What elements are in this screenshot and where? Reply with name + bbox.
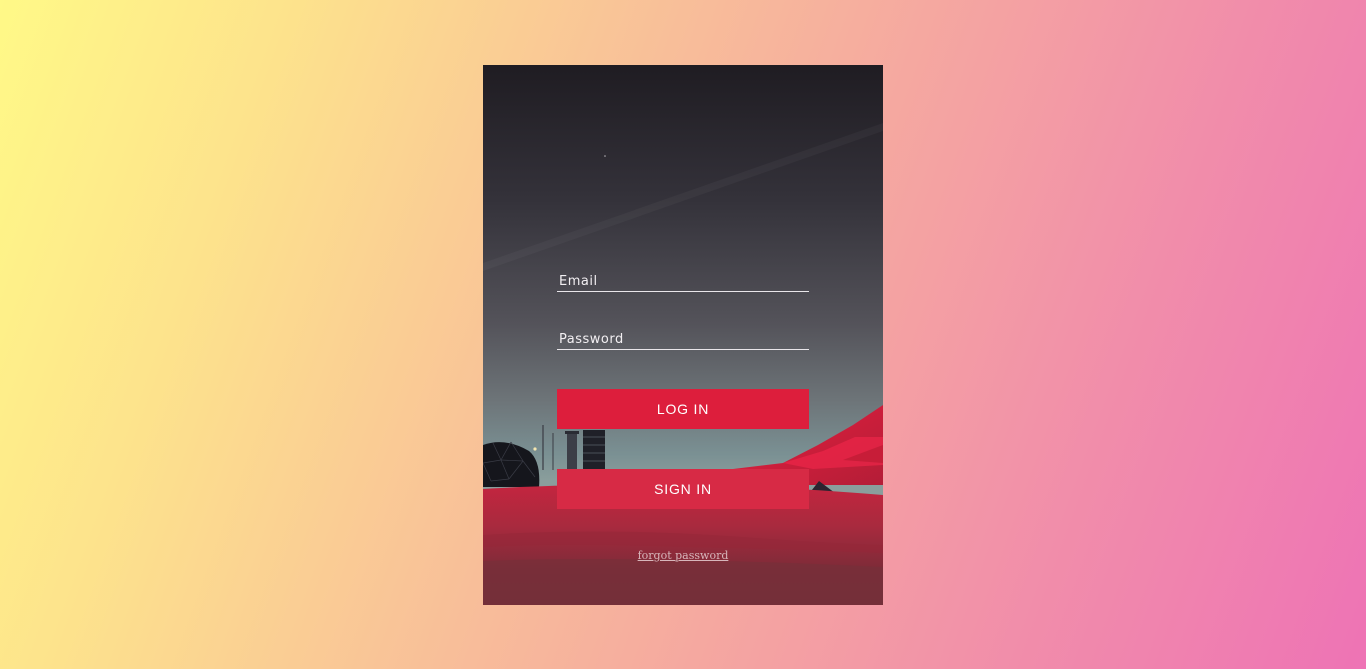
email-field[interactable] <box>557 271 809 292</box>
password-field[interactable] <box>557 329 809 350</box>
login-card: LOG IN SIGN IN forgot password <box>483 65 883 605</box>
email-input[interactable] <box>557 271 809 291</box>
login-form: LOG IN SIGN IN forgot password <box>557 65 809 605</box>
forgot-password-link[interactable]: forgot password <box>557 549 809 562</box>
password-input[interactable] <box>557 329 809 349</box>
signin-button[interactable]: SIGN IN <box>557 469 809 509</box>
login-button[interactable]: LOG IN <box>557 389 809 429</box>
